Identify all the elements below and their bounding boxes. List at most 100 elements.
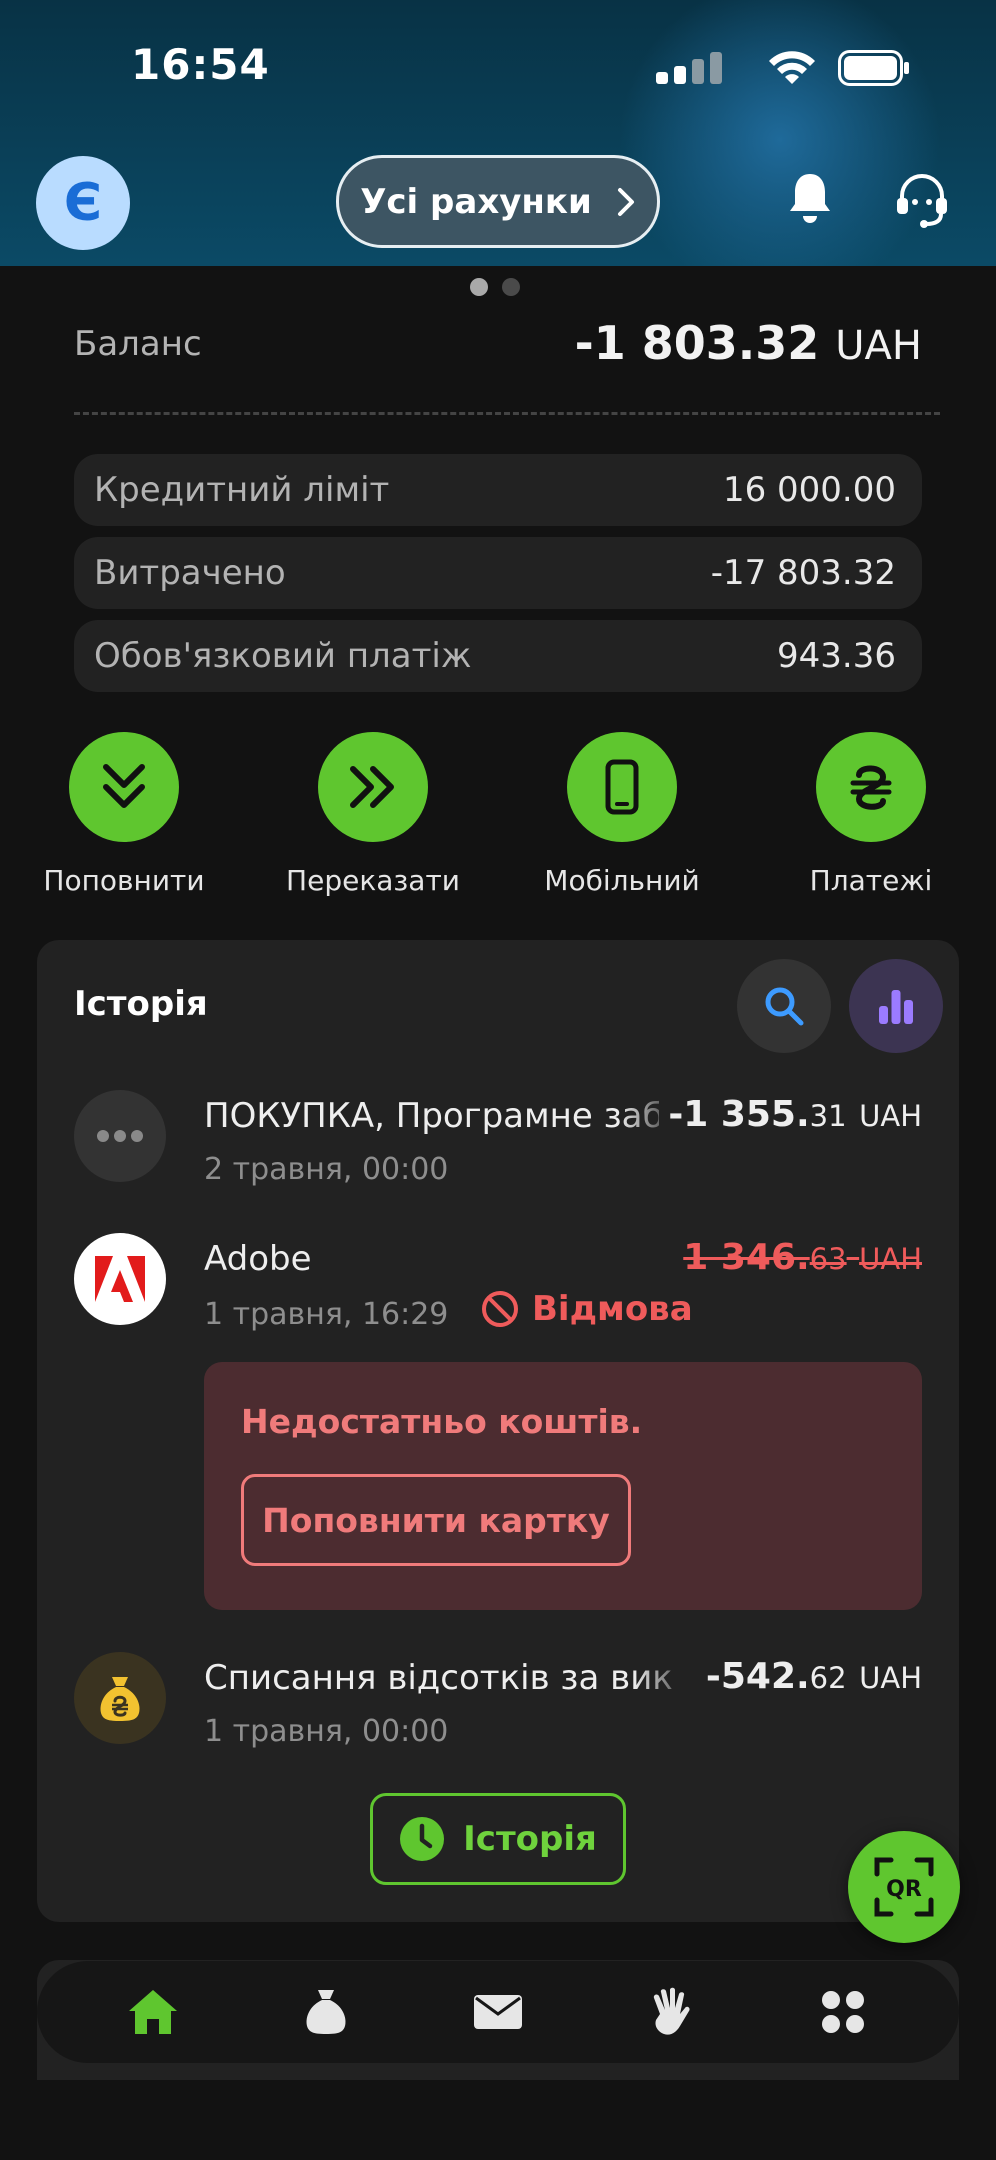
- nav-home[interactable]: [118, 1977, 188, 2047]
- transaction-date: 2 травня, 00:00: [204, 1152, 449, 1187]
- history-card: Історія ПОКУПКА, Програмне забезпечення …: [37, 940, 959, 1922]
- all-accounts-label: Усі рахунки: [360, 181, 592, 222]
- amount-main: -1 355.: [668, 1094, 810, 1135]
- bar-chart-icon: [879, 990, 913, 1024]
- transaction-row[interactable]: ПОКУПКА, Програмне забезпечення -1 355.3…: [74, 1090, 922, 1190]
- full-history-label: Історія: [463, 1819, 597, 1859]
- envelope-icon: [473, 1995, 522, 2029]
- transfer-button[interactable]: [318, 732, 428, 842]
- qr-code-icon: QR: [874, 1857, 934, 1917]
- nav-savings[interactable]: [291, 1977, 361, 2047]
- mobile-action[interactable]: Мобільний: [522, 732, 722, 897]
- amount-cents: 62: [809, 1661, 847, 1695]
- home-icon: [129, 1990, 178, 2034]
- transaction-amount-declined: 1 346.63 UAH: [683, 1237, 922, 1278]
- savings-bag-icon: [306, 1990, 346, 2034]
- spent-row: Витрачено -17 803.32: [74, 537, 922, 609]
- amount-currency: UAH: [859, 1242, 922, 1276]
- status-time: 16:54: [131, 40, 270, 89]
- transaction-row[interactable]: Списання відсотків за використання -542.…: [74, 1652, 922, 1752]
- nav-messages[interactable]: [463, 1977, 533, 2047]
- balance-value: -1 803.32 UAH: [575, 316, 922, 370]
- insufficient-funds-alert: Недостатньо коштів. Поповнити картку: [204, 1362, 922, 1610]
- top-up-label: Поповнити: [43, 864, 205, 897]
- battery-icon: [838, 50, 909, 86]
- bell-icon[interactable]: [786, 170, 834, 226]
- transaction-date: 1 травня, 00:00: [204, 1714, 449, 1749]
- full-history-button[interactable]: Історія: [370, 1793, 626, 1885]
- amount-currency: UAH: [859, 1661, 922, 1695]
- transfer-label: Переказати: [286, 864, 460, 897]
- qr-text: QR: [886, 1877, 922, 1902]
- support-headset-icon[interactable]: [894, 172, 950, 228]
- cellular-signal-icon: [656, 52, 722, 84]
- transaction-amount: -1 355.31 UAH: [668, 1094, 922, 1135]
- money-bag-icon: [74, 1652, 166, 1744]
- credit-limit-label: Кредитний ліміт: [94, 470, 390, 510]
- transaction-amount: -542.62 UAH: [706, 1656, 922, 1697]
- balance-amount: -1 803.32: [574, 316, 820, 370]
- adobe-logo-icon: [74, 1233, 166, 1325]
- mandatory-payment-row: Обов'язковий платіж 943.36: [74, 620, 922, 692]
- mobile-button[interactable]: [567, 732, 677, 842]
- top-header: 16:54 Є Усі рахунки: [0, 0, 996, 266]
- prohibited-icon: [482, 1291, 518, 1327]
- hryvnia-icon: [850, 765, 892, 810]
- search-icon: [765, 987, 804, 1026]
- phone-icon: [605, 759, 639, 815]
- payments-action[interactable]: Платежі: [771, 732, 971, 897]
- double-chevron-right-icon: [350, 766, 394, 808]
- statistics-button[interactable]: [849, 959, 943, 1053]
- avatar-letter: Є: [63, 173, 103, 233]
- transaction-name: Adobe: [204, 1239, 312, 1279]
- all-accounts-button[interactable]: Усі рахунки: [336, 155, 660, 248]
- history-title: Історія: [74, 984, 208, 1024]
- transaction-name: ПОКУПКА, Програмне забезпечення: [204, 1096, 659, 1136]
- credit-limit-value: 16 000.00: [722, 470, 896, 510]
- nav-more[interactable]: [808, 1977, 878, 2047]
- qr-scan-button[interactable]: QR: [848, 1831, 960, 1943]
- bottom-navigation: [37, 1961, 959, 2063]
- clock-icon: [400, 1817, 445, 1861]
- chevron-right-icon: [617, 187, 634, 216]
- amount-currency: UAH: [859, 1099, 922, 1133]
- hand-icon: [654, 1987, 690, 2035]
- spent-value: -17 803.32: [710, 553, 896, 593]
- page-dot: [502, 278, 520, 296]
- declined-label: Відмова: [532, 1289, 693, 1329]
- profile-avatar[interactable]: Є: [36, 156, 130, 250]
- wifi-icon: [769, 51, 815, 84]
- transaction-name: Списання відсотків за використання: [204, 1658, 674, 1698]
- status-icons: [656, 48, 910, 88]
- amount-main: -542.: [705, 1656, 810, 1697]
- balance-label: Баланс: [74, 324, 202, 364]
- transfer-action[interactable]: Переказати: [273, 732, 473, 897]
- payments-button[interactable]: [816, 732, 926, 842]
- amount-cents: 63: [809, 1242, 847, 1276]
- search-button[interactable]: [737, 959, 831, 1053]
- page-dot-active: [470, 278, 488, 296]
- amount-main: 1 346.: [683, 1237, 810, 1278]
- alert-message: Недостатньо коштів.: [241, 1402, 643, 1441]
- nav-gestures[interactable]: [635, 1977, 705, 2047]
- balance-currency: UAH: [835, 323, 922, 369]
- top-up-action[interactable]: Поповнити: [24, 732, 224, 897]
- more-dots-icon: [74, 1090, 166, 1182]
- mandatory-payment-value: 943.36: [777, 636, 896, 676]
- credit-limit-row: Кредитний ліміт 16 000.00: [74, 454, 922, 526]
- declined-status: Відмова: [480, 1289, 693, 1329]
- spent-label: Витрачено: [94, 553, 286, 593]
- dashed-divider: [74, 412, 940, 415]
- apps-grid-icon: [821, 1991, 864, 2033]
- double-chevron-down-icon: [103, 764, 145, 808]
- top-up-button[interactable]: [69, 732, 179, 842]
- page-indicator: [470, 278, 520, 296]
- text-fade: [634, 1652, 694, 1702]
- transaction-date: 1 травня, 16:29: [204, 1297, 449, 1332]
- amount-cents: 31: [809, 1099, 847, 1133]
- mobile-label: Мобільний: [544, 864, 700, 897]
- top-up-card-button[interactable]: Поповнити картку: [241, 1474, 631, 1566]
- mandatory-payment-label: Обов'язковий платіж: [94, 636, 472, 676]
- payments-label: Платежі: [809, 864, 933, 897]
- transaction-row-declined[interactable]: Adobe 1 346.63 UAH 1 травня, 16:29 Відмо…: [74, 1233, 922, 1333]
